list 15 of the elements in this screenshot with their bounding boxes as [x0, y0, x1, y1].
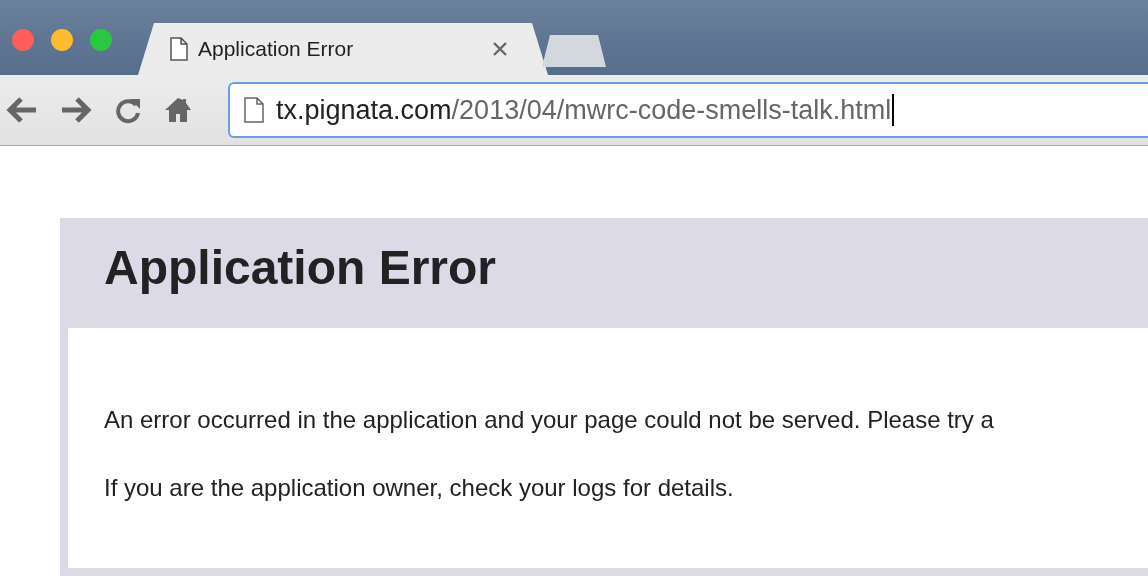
error-message: If you are the application owner, check your logs for details. — [104, 474, 735, 502]
new-tab-button[interactable] — [542, 35, 606, 67]
page-icon — [244, 97, 264, 123]
back-button[interactable] — [6, 96, 38, 124]
reload-button[interactable] — [114, 96, 142, 124]
forward-button[interactable] — [60, 96, 92, 124]
close-icon[interactable] — [492, 41, 508, 57]
error-heading: Application Error — [104, 240, 498, 295]
home-button[interactable] — [164, 96, 192, 124]
address-bar[interactable]: tx.pignata.com/2013/04/mwrc-code-smells-talk.html — [228, 82, 1148, 138]
browser-tab[interactable]: Application Error — [138, 23, 548, 75]
url-text: tx.pignata.com/2013/04/mwrc-code-smells-talk.html — [276, 94, 895, 126]
error-message: An error occurred in the application and your page could not be served. Please try a — [104, 406, 995, 434]
page-icon — [170, 37, 188, 61]
minimize-window-icon[interactable] — [51, 29, 73, 51]
